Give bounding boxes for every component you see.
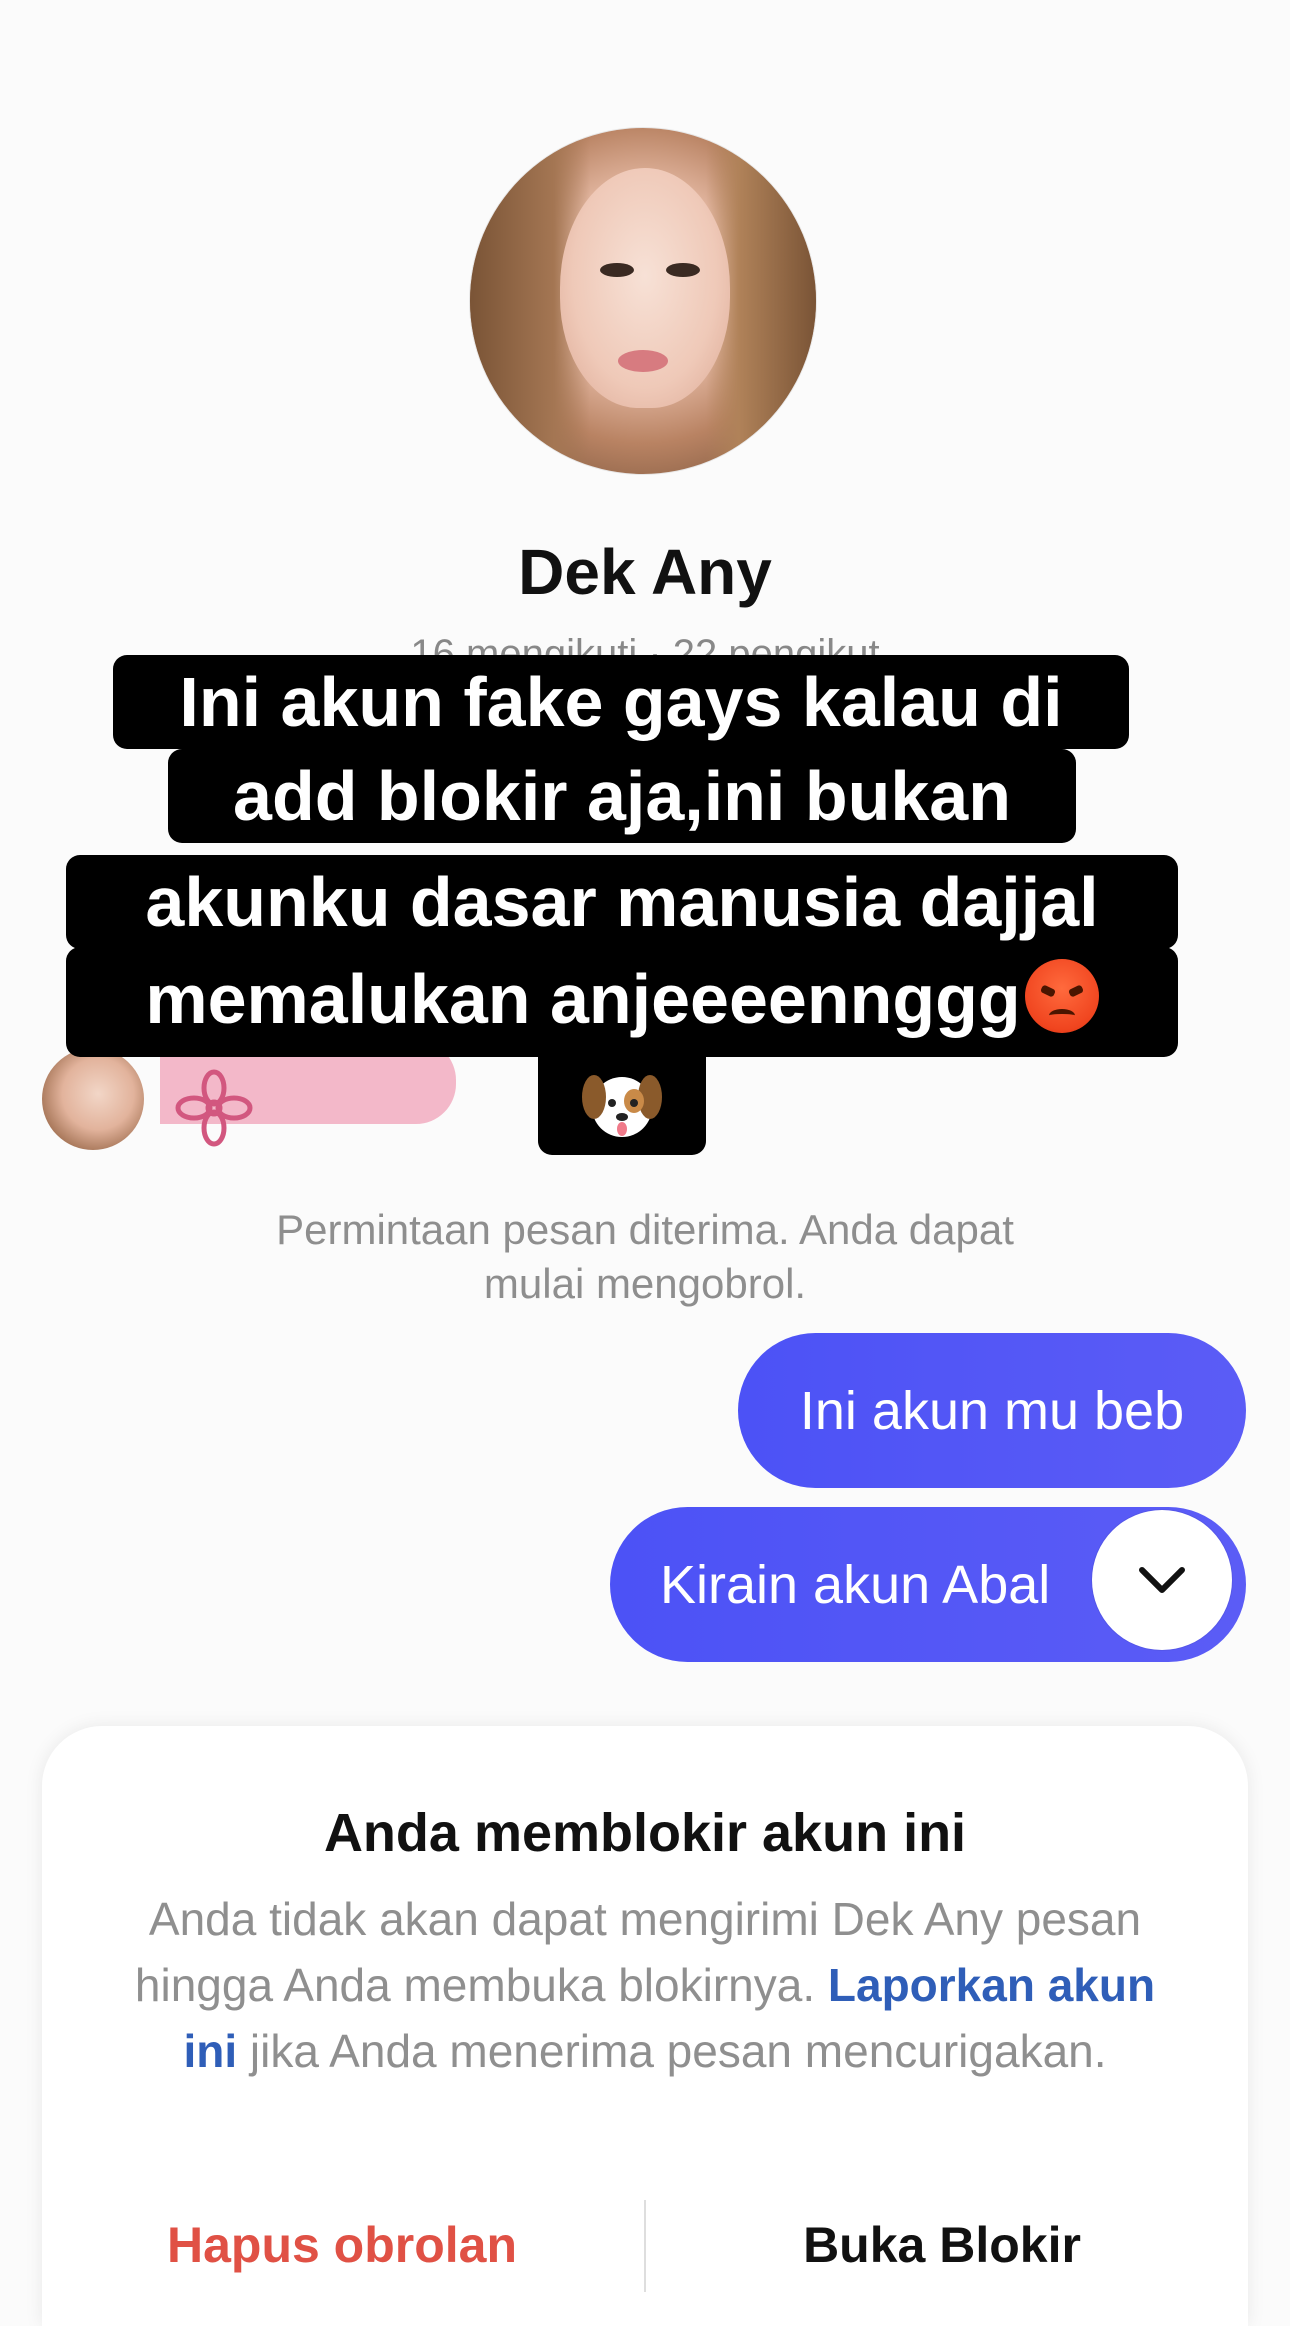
angry-face-icon xyxy=(1024,959,1099,1033)
caption-line: memalukan anjeeeennggg xyxy=(66,947,1178,1057)
caption-line: Ini akun fake gays kalau di xyxy=(113,655,1129,749)
outgoing-message-bubble[interactable]: Ini akun mu beb xyxy=(738,1333,1246,1488)
avatar-lips xyxy=(618,350,668,372)
profile-name: Dek Any xyxy=(518,536,772,608)
avatar-face xyxy=(560,168,730,408)
blocked-description-text: jika Anda menerima pesan mencurigakan. xyxy=(249,2025,1107,2077)
chat-info-line: Permintaan pesan diterima. Anda dapat xyxy=(276,1206,1014,1253)
caption-line: akunku dasar manusia dajjal xyxy=(66,855,1178,949)
chat-info-text: Permintaan pesan diterima. Anda dapat mu… xyxy=(0,1203,1290,1311)
caption-line: add blokir aja,ini bukan xyxy=(168,749,1076,843)
message-text: Ini akun mu beb xyxy=(799,1380,1185,1441)
profile-avatar[interactable] xyxy=(470,128,816,474)
message-text: Kirain akun Abal xyxy=(660,1554,1051,1615)
chevron-down-icon xyxy=(1139,1567,1185,1593)
caption-line-text: memalukan anjeeeennggg xyxy=(145,960,1021,1038)
blocked-notice-card: Anda memblokir akun ini Anda tidak akan … xyxy=(42,1726,1248,2326)
caption-line xyxy=(538,1055,706,1155)
unblock-button[interactable]: Buka Blokir xyxy=(692,2216,1192,2274)
blocked-title: Anda memblokir akun ini xyxy=(323,1803,967,1863)
avatar-eye xyxy=(600,263,634,277)
blocked-description: Anda tidak akan dapat mengirimi Dek Any … xyxy=(102,1886,1188,2084)
flower-sticker-icon xyxy=(175,1069,253,1147)
action-divider xyxy=(644,2200,646,2292)
scroll-down-button[interactable] xyxy=(1092,1510,1232,1650)
dog-face-icon xyxy=(582,1075,662,1137)
delete-chat-button[interactable]: Hapus obrolan xyxy=(92,2216,592,2274)
chat-info-line: mulai mengobrol. xyxy=(483,1260,807,1307)
avatar-eye xyxy=(666,263,700,277)
sender-avatar[interactable] xyxy=(42,1048,144,1150)
